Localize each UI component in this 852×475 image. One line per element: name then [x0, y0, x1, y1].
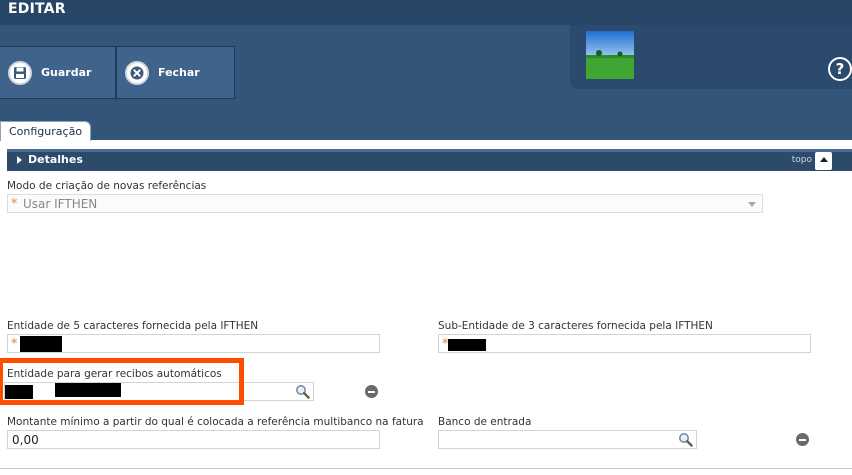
save-button[interactable]: Guardar [0, 46, 116, 99]
section-title: Detalhes [17, 153, 83, 166]
search-icon[interactable] [295, 384, 310, 402]
arrow-up-icon[interactable] [815, 152, 832, 170]
top-link[interactable]: topo [792, 155, 812, 165]
save-button-label: Guardar [41, 66, 92, 79]
close-button[interactable]: Fechar [116, 46, 235, 99]
tab-configuracao[interactable]: Configuração [0, 121, 92, 141]
bank-label: Banco de entrada [438, 416, 532, 428]
required-asterisk-icon: * [11, 196, 18, 210]
page-title: EDITAR [8, 1, 66, 17]
mode-select-value: Usar IFTHEN [23, 197, 98, 211]
mode-label: Modo de criação de novas referências [7, 180, 207, 192]
help-button[interactable]: ? [828, 57, 852, 81]
caret-right-icon [17, 155, 22, 164]
min-amount-input[interactable]: 0,00 [7, 430, 380, 449]
redacted-value [448, 339, 486, 351]
remove-icon[interactable] [365, 385, 378, 398]
remove-icon[interactable] [796, 433, 809, 446]
section-bar-details[interactable]: Detalhes topo [7, 149, 852, 171]
subentity-input[interactable]: * [438, 334, 811, 353]
close-button-label: Fechar [158, 66, 200, 79]
entity-input[interactable]: * [7, 334, 380, 353]
landscape-thumbnail [586, 31, 634, 79]
floppy-disk-icon [8, 60, 32, 85]
redacted-value [20, 336, 62, 352]
required-asterisk-icon: * [11, 336, 18, 350]
highlight-box [0, 358, 244, 405]
divider [0, 468, 852, 469]
search-icon[interactable] [678, 432, 693, 450]
logo-panel: ? [570, 25, 852, 89]
entity-label: Entidade de 5 caracteres fornecida pela … [7, 320, 259, 332]
section-title-label: Detalhes [28, 153, 83, 166]
bank-lookup[interactable] [438, 430, 697, 449]
mode-select[interactable]: * Usar IFTHEN [7, 194, 763, 213]
close-icon [125, 60, 149, 85]
title-band: EDITAR [0, 0, 852, 25]
chevron-down-icon [748, 202, 756, 207]
min-amount-label: Montante mínimo a partir do qual é coloc… [7, 416, 424, 428]
app-header: EDITAR Guardar Fechar ? Configuração [0, 0, 852, 141]
min-amount-value: 0,00 [12, 433, 39, 447]
subentity-label: Sub-Entidade de 3 caracteres fornecida p… [438, 320, 713, 332]
